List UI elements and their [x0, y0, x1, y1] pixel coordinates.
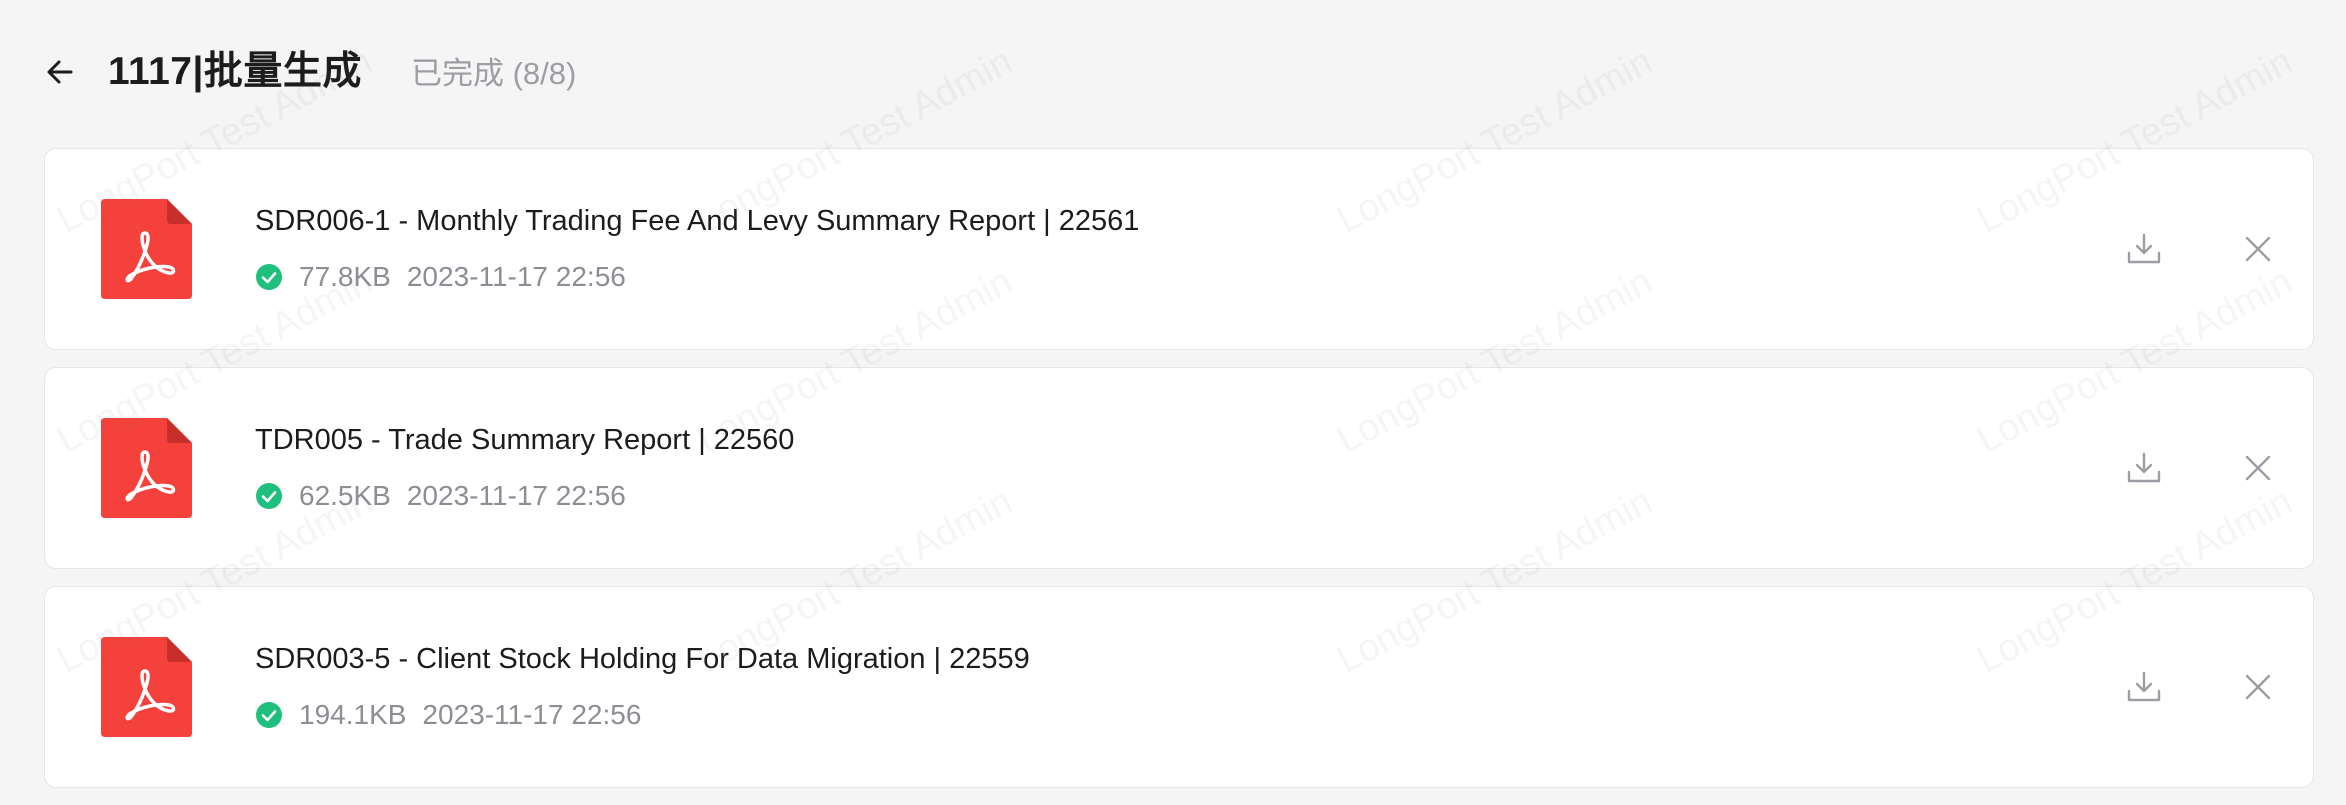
- pdf-file-icon: [101, 199, 192, 299]
- file-size: 194.1KB: [299, 699, 407, 730]
- back-button[interactable]: [40, 52, 80, 92]
- file-size: 77.8KB: [299, 261, 391, 292]
- pdf-file-icon: [101, 418, 192, 518]
- page-title: 1117|批量生成: [108, 50, 362, 93]
- file-card: SDR003-5 - Client Stock Holding For Data…: [44, 586, 2314, 788]
- file-title: TDR005 - Trade Summary Report | 22560: [255, 424, 795, 456]
- download-button[interactable]: [2124, 667, 2164, 707]
- file-list: SDR006-1 - Monthly Trading Fee And Levy …: [44, 148, 2314, 805]
- file-title: SDR003-5 - Client Stock Holding For Data…: [255, 643, 1030, 675]
- close-icon: [2245, 236, 2271, 262]
- arrow-left-icon: [47, 60, 73, 84]
- file-time: 2023-11-17 22:56: [406, 480, 626, 511]
- file-meta: 62.5KB 2023-11-17 22:56: [255, 474, 626, 518]
- batch-status: 已完成 (8/8): [411, 56, 577, 91]
- download-button[interactable]: [2124, 448, 2164, 488]
- file-time: 2023-11-17 22:56: [406, 261, 626, 292]
- remove-button[interactable]: [2238, 229, 2278, 269]
- file-title: SDR006-1 - Monthly Trading Fee And Levy …: [255, 205, 1140, 237]
- file-time: 2023-11-17 22:56: [422, 699, 642, 730]
- close-icon: [2245, 455, 2271, 481]
- remove-button[interactable]: [2238, 667, 2278, 707]
- file-card: TDR005 - Trade Summary Report | 22560 62…: [44, 367, 2314, 569]
- download-icon: [2127, 233, 2161, 264]
- check-circle-icon: [256, 264, 282, 290]
- pdf-file-icon: [101, 637, 192, 737]
- download-icon: [2127, 452, 2161, 483]
- check-circle-icon: [256, 702, 282, 728]
- download-icon: [2127, 671, 2161, 702]
- file-card: SDR006-1 - Monthly Trading Fee And Levy …: [44, 148, 2314, 350]
- file-meta: 77.8KB 2023-11-17 22:56: [255, 255, 626, 299]
- close-icon: [2245, 674, 2271, 700]
- download-button[interactable]: [2124, 229, 2164, 269]
- page-header: 1117|批量生成 已完成 (8/8): [0, 0, 2346, 146]
- check-circle-icon: [256, 483, 282, 509]
- file-meta: 194.1KB 2023-11-17 22:56: [255, 693, 641, 737]
- file-size: 62.5KB: [299, 480, 391, 511]
- remove-button[interactable]: [2238, 448, 2278, 488]
